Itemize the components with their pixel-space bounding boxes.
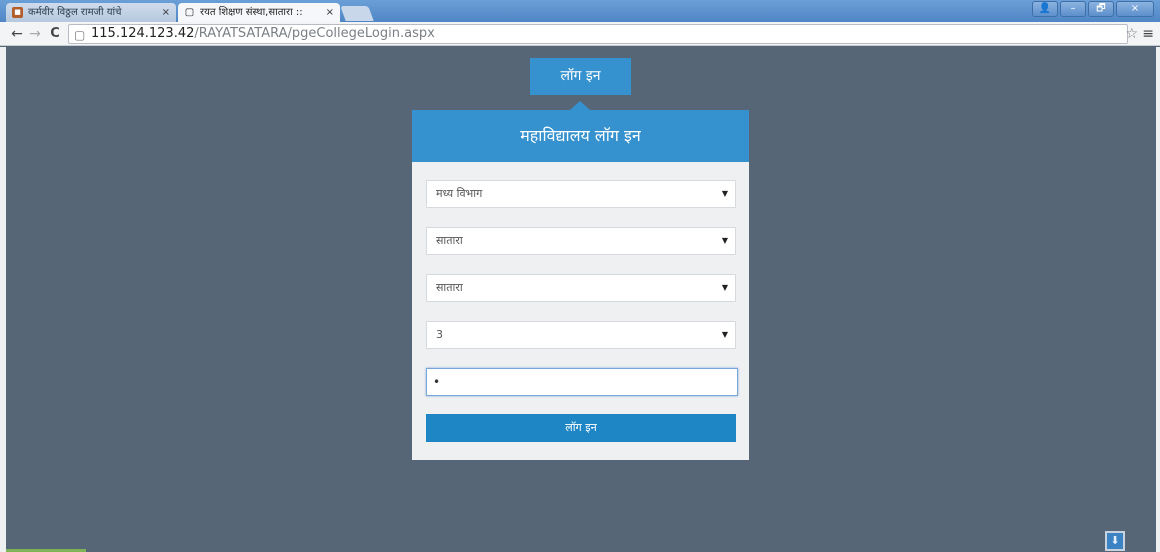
window-controls: 👤 – 🗗 × [1032,1,1154,17]
district-select[interactable]: सातारा ▼ [426,227,736,255]
card-title: महाविद्यालय लॉग इन [412,110,749,162]
tab-title: कर्मवीर विठ्ठल रामजी यांचे [28,7,122,18]
login-card: महाविद्यालय लॉग इन मध्य विभाग ▼ सातारा ▼… [412,110,749,460]
url-host: 115.124.123.42 [91,26,195,41]
reload-icon[interactable]: C [46,24,64,44]
tab-active[interactable]: ▢ रयत शिक्षण संस्था,सातारा :: × [178,3,340,22]
tab-title: रयत शिक्षण संस्था,सातारा :: [200,7,303,18]
menu-icon[interactable]: ≡ [1142,24,1154,44]
select-value: 3 [436,328,443,341]
bookmark-star-icon[interactable]: ☆ [1125,24,1138,44]
download-icon[interactable]: ⬇ [1105,531,1125,551]
url-path: /RAYATSATARA/pgeCollegeLogin.aspx [194,26,435,41]
close-icon[interactable]: × [326,3,334,22]
window-close-button[interactable]: × [1116,1,1154,17]
minimize-button[interactable]: – [1060,1,1086,17]
new-tab-button[interactable] [340,6,374,21]
chevron-down-icon: ▼ [721,283,728,292]
back-arrow-icon[interactable]: ← [8,24,26,44]
page-icon: ▢ [74,28,86,42]
chevron-down-icon: ▼ [721,330,728,339]
forward-arrow-icon[interactable]: → [26,24,44,44]
college-select[interactable]: 3 ▼ [426,321,736,349]
taluka-select[interactable]: सातारा ▼ [426,274,736,302]
select-value: सातारा [436,281,463,294]
login-tab[interactable]: लॉग इन [530,58,631,95]
address-bar[interactable]: ▢ 115.124.123.42/RAYATSATARA/pgeCollegeL… [68,24,1128,44]
page-edge-left [0,47,6,552]
browser-toolbar: ← → C ▢ 115.124.123.42/RAYATSATARA/pgeCo… [0,22,1160,46]
user-icon[interactable]: 👤 [1032,1,1058,17]
chevron-down-icon: ▼ [721,189,728,198]
photo-favicon-icon: ■ [12,7,23,18]
select-value: सातारा [436,234,463,247]
tab-pointer-arrow [570,101,590,110]
chevron-down-icon: ▼ [721,236,728,245]
login-button[interactable]: लॉग इन [426,414,736,442]
restore-button[interactable]: 🗗 [1088,1,1114,17]
browser-title-bar: ■ कर्मवीर विठ्ठल रामजी यांचे × ▢ रयत शिक… [0,0,1160,22]
password-input[interactable]: • [426,368,738,396]
page-edge-right [1156,47,1160,552]
page-icon: ▢ [184,7,195,18]
division-select[interactable]: मध्य विभाग ▼ [426,180,736,208]
select-value: मध्य विभाग [436,187,483,200]
tab-inactive[interactable]: ■ कर्मवीर विठ्ठल रामजी यांचे × [6,3,176,22]
close-icon[interactable]: × [162,3,170,22]
